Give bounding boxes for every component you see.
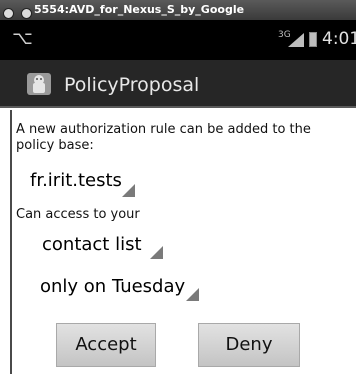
spinner-arrow-icon <box>186 288 199 301</box>
window-title: 5554:AVD_for_Nexus_S_by_Google <box>34 3 245 16</box>
emulator-title-bar: 5554:AVD_for_Nexus_S_by_Google <box>0 0 356 20</box>
subject-value: fr.irit.tests <box>30 170 122 191</box>
action-bar: PolicyProposal <box>0 60 356 108</box>
resource-spinner[interactable]: contact list <box>42 234 168 262</box>
deny-button[interactable]: Deny <box>198 323 300 367</box>
status-clock: 4:01 <box>322 29 356 49</box>
status-bar: ⌥ 3G 4:01 <box>0 20 356 60</box>
condition-value: only on Tuesday <box>40 276 186 297</box>
spinner-arrow-icon <box>150 246 163 259</box>
access-label: Can access to your <box>16 207 140 222</box>
usb-debug-icon: ⌥ <box>12 28 33 49</box>
resource-value: contact list <box>42 234 142 255</box>
content-left-edge <box>10 110 12 374</box>
subject-spinner[interactable]: fr.irit.tests <box>30 170 140 198</box>
condition-spinner[interactable]: only on Tuesday <box>40 276 202 304</box>
window-minimize-button[interactable] <box>21 8 33 19</box>
policy-form: A new authorization rule can be added to… <box>0 110 356 374</box>
battery-icon <box>309 32 317 47</box>
signal-strength-icon <box>288 33 304 47</box>
window-close-button[interactable] <box>3 8 14 19</box>
app-title: PolicyProposal <box>64 74 200 96</box>
accept-button[interactable]: Accept <box>56 323 156 367</box>
android-robot-icon <box>27 73 51 95</box>
intro-text: A new authorization rule can be added to… <box>16 122 311 153</box>
spinner-arrow-icon <box>122 184 135 197</box>
